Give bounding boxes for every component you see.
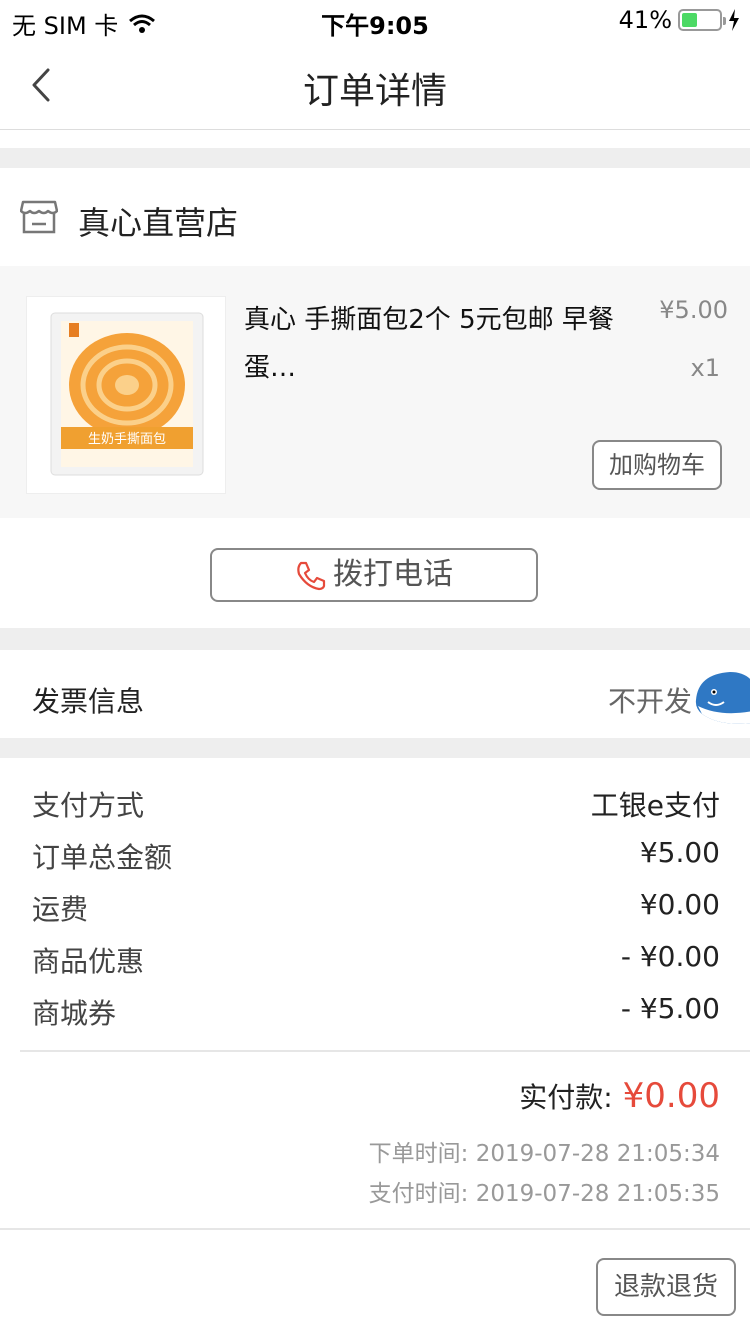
divider: [20, 1050, 750, 1052]
paid-total: 实付款: ¥0.00: [519, 1076, 720, 1116]
footer-bar: 退款退货: [0, 1228, 750, 1334]
battery-tip: [723, 17, 726, 25]
whale-float-icon[interactable]: [692, 666, 750, 728]
product-price: ¥5.00: [659, 296, 728, 324]
thumbnail-text: 生奶手撕面包: [88, 432, 166, 447]
payment-summary: 支付方式 工银e支付 订单总金额 ¥5.00 运费 ¥0.00 商品优惠 - ¥…: [0, 758, 750, 1226]
battery-icon: [678, 9, 726, 31]
section-gap: [0, 148, 750, 168]
row-value: - ¥0.00: [620, 940, 720, 973]
call-phone-button[interactable]: 拨打电话: [210, 548, 538, 602]
invoice-value: 不开发: [607, 685, 692, 718]
bolt-icon: [729, 9, 739, 31]
row-label: 商城券: [32, 997, 117, 1030]
shop-name: 真心直营店: [78, 204, 239, 242]
row-label: 运费: [32, 893, 89, 926]
shop-header[interactable]: 真心直营店: [0, 168, 750, 266]
paid-label: 实付款:: [519, 1081, 613, 1114]
row-value: ¥5.00: [639, 836, 720, 869]
product-thumbnail[interactable]: 生奶手撕面包: [26, 296, 226, 494]
call-section: 拨打电话: [0, 518, 750, 628]
product-quantity: x1: [690, 354, 720, 382]
invoice-label: 发票信息: [32, 685, 145, 718]
paid-amount: ¥0.00: [622, 1076, 720, 1116]
page-title: 订单详情: [302, 71, 447, 112]
section-gap: [0, 628, 750, 650]
nav-bar: 订单详情: [0, 40, 750, 130]
battery-percent: 41%: [618, 6, 672, 34]
row-value: ¥0.00: [639, 888, 720, 921]
phone-icon: [297, 561, 326, 591]
product-item[interactable]: 生奶手撕面包 真心 手撕面包2个 5元包邮 早餐蛋… ¥5.00 x1 加购物车: [0, 266, 750, 518]
status-bar: 无 SIM 卡 下午9:05 41%: [0, 0, 750, 40]
invoice-row[interactable]: 发票信息 不开发: [0, 650, 750, 738]
refund-return-button[interactable]: 退款退货: [596, 1258, 736, 1316]
bread-package-image: 生奶手撕面包: [50, 312, 204, 476]
section-gap: [0, 738, 750, 758]
product-title[interactable]: 真心 手撕面包2个 5元包邮 早餐蛋…: [244, 296, 634, 392]
add-to-cart-button[interactable]: 加购物车: [592, 440, 722, 490]
status-right: 41%: [619, 6, 740, 34]
battery-fill: [682, 13, 697, 27]
row-label: 支付方式: [32, 789, 145, 822]
pay-time: 支付时间: 2019-07-28 21:05:35: [368, 1181, 720, 1207]
row-label: 商品优惠: [32, 945, 145, 978]
row-label: 订单总金额: [32, 841, 173, 874]
call-phone-label: 拨打电话: [333, 557, 453, 592]
row-value: - ¥5.00: [620, 992, 720, 1025]
order-time: 下单时间: 2019-07-28 21:05:34: [368, 1141, 720, 1167]
row-value: 工银e支付: [590, 789, 720, 822]
store-icon: [20, 200, 58, 234]
